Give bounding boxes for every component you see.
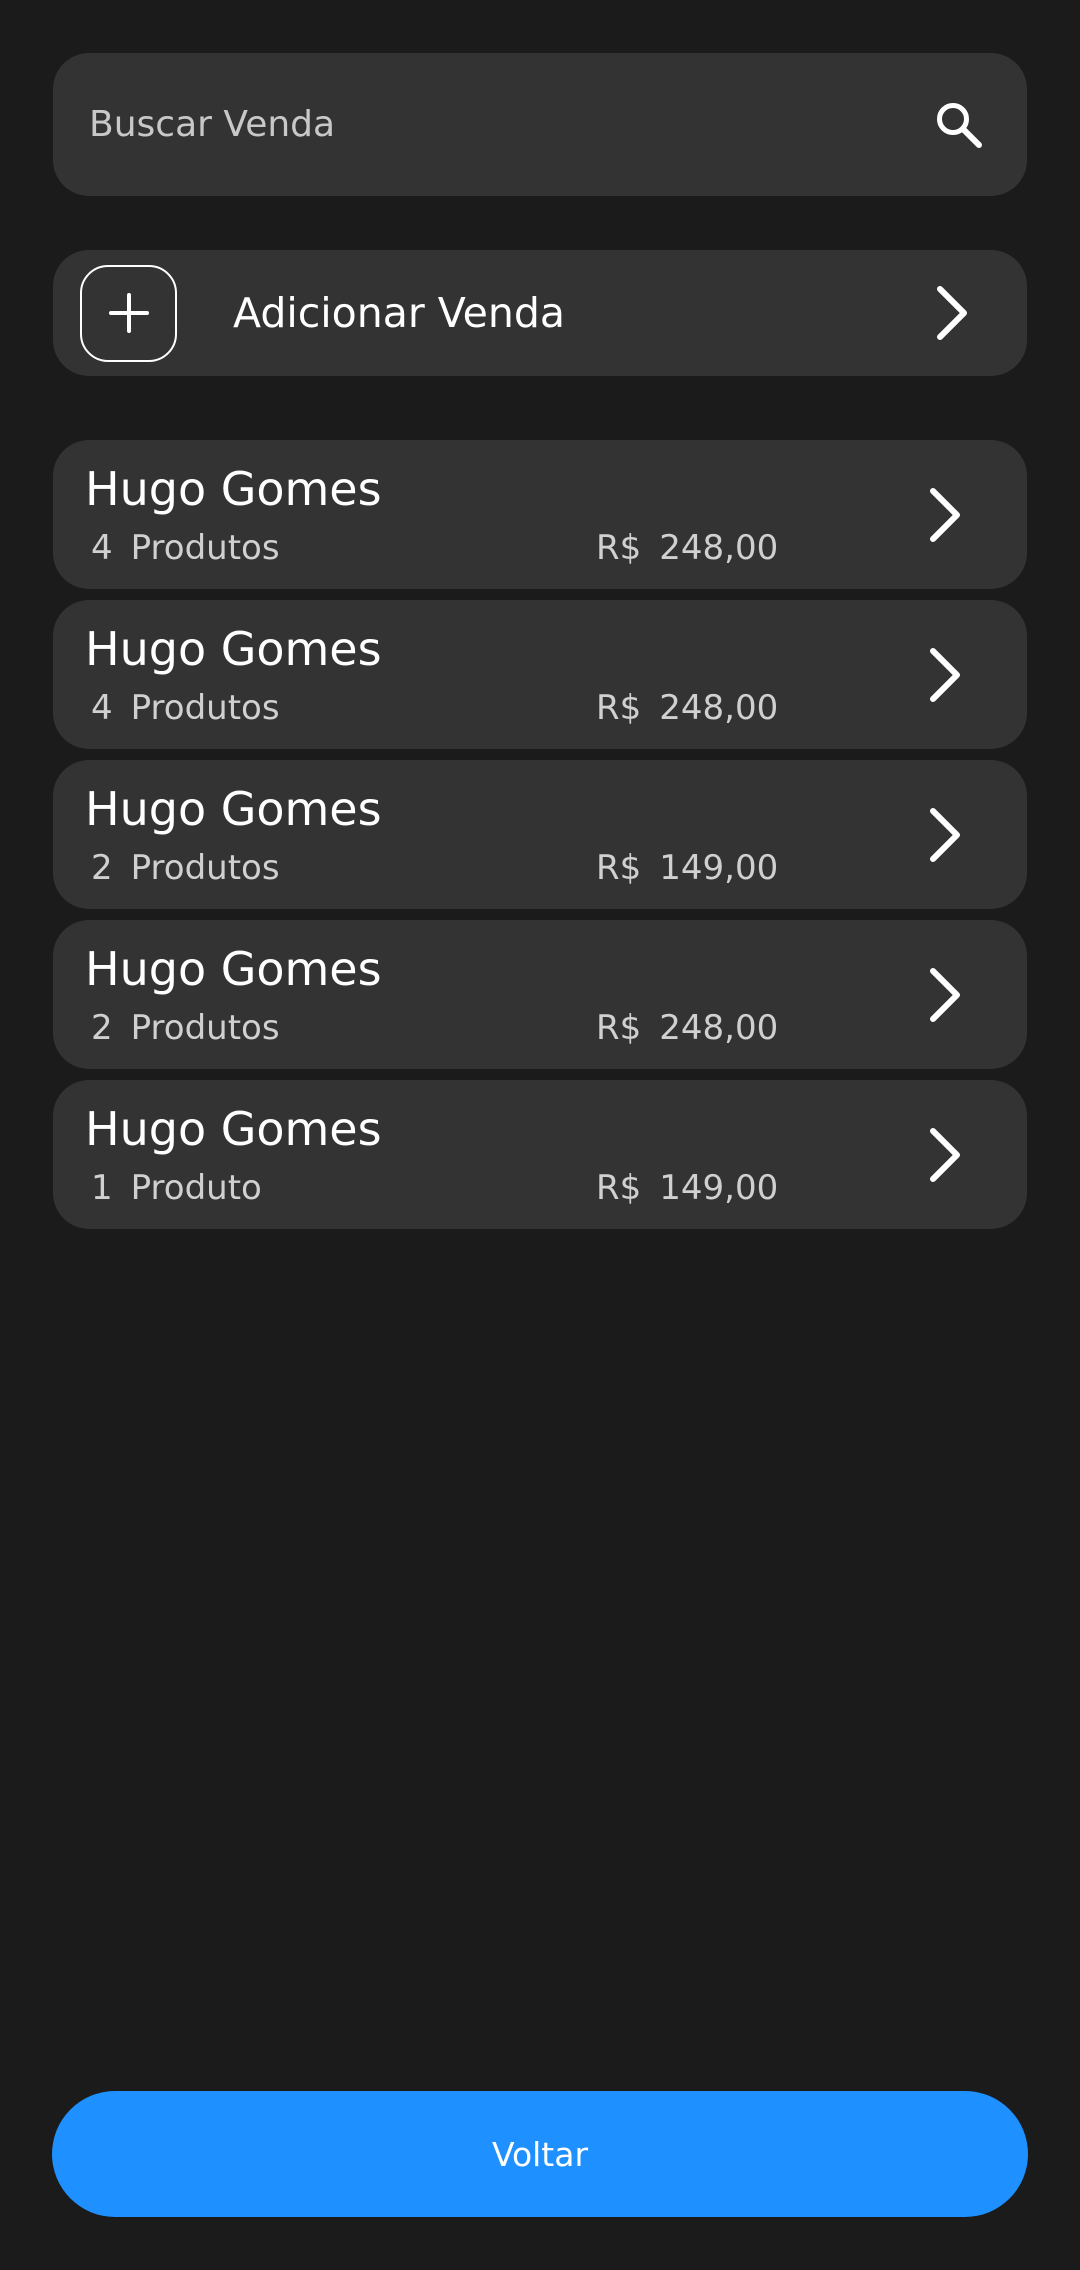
product-count: 4 Produtos <box>91 688 280 728</box>
sale-item[interactable]: Hugo Gomes 2 Produtos R$ 248,00 <box>53 920 1027 1069</box>
sale-amount: 248,00 <box>659 1008 779 1048</box>
product-count: 2 Produtos <box>91 848 280 888</box>
currency-symbol: R$ <box>596 688 642 728</box>
sale-total: R$ 149,00 <box>596 1168 778 1208</box>
product-count: 4 Produtos <box>91 528 280 568</box>
product-count-number: 1 <box>91 1168 113 1208</box>
sale-total: R$ 248,00 <box>596 688 778 728</box>
sale-amount: 149,00 <box>659 848 779 888</box>
product-count-unit: Produto <box>130 1168 262 1208</box>
currency-symbol: R$ <box>596 1168 642 1208</box>
sale-item[interactable]: Hugo Gomes 2 Produtos R$ 149,00 <box>53 760 1027 909</box>
product-count-unit: Produtos <box>130 1008 280 1048</box>
chevron-right-icon <box>925 1127 965 1183</box>
sale-amount: 248,00 <box>659 528 779 568</box>
sale-item[interactable]: Hugo Gomes 1 Produto R$ 149,00 <box>53 1080 1027 1229</box>
add-sale-label: Adicionar Venda <box>233 289 565 337</box>
product-count: 2 Produtos <box>91 1008 280 1048</box>
chevron-right-icon <box>932 285 972 341</box>
currency-symbol: R$ <box>596 848 642 888</box>
chevron-right-icon <box>925 487 965 543</box>
sale-total: R$ 248,00 <box>596 1008 778 1048</box>
product-count-number: 2 <box>91 848 113 888</box>
product-count-number: 4 <box>91 688 113 728</box>
add-sale-button[interactable]: Adicionar Venda <box>53 250 1027 376</box>
currency-symbol: R$ <box>596 1008 642 1048</box>
search-input[interactable] <box>89 104 929 145</box>
sale-total: R$ 149,00 <box>596 848 778 888</box>
product-count-unit: Produtos <box>130 688 280 728</box>
search-bar[interactable] <box>53 53 1027 196</box>
sale-item[interactable]: Hugo Gomes 4 Produtos R$ 248,00 <box>53 440 1027 589</box>
product-count-number: 4 <box>91 528 113 568</box>
sale-item[interactable]: Hugo Gomes 4 Produtos R$ 248,00 <box>53 600 1027 749</box>
sale-amount: 248,00 <box>659 688 779 728</box>
plus-icon <box>80 264 177 362</box>
chevron-right-icon <box>925 967 965 1023</box>
search-icon[interactable] <box>929 95 989 155</box>
product-count-number: 2 <box>91 1008 113 1048</box>
back-button[interactable]: Voltar <box>52 2091 1028 2217</box>
sale-total: R$ 248,00 <box>596 528 778 568</box>
customer-name: Hugo Gomes <box>85 1102 382 1156</box>
chevron-right-icon <box>925 647 965 703</box>
chevron-right-icon <box>925 807 965 863</box>
sale-amount: 149,00 <box>659 1168 779 1208</box>
product-count: 1 Produto <box>91 1168 262 1208</box>
customer-name: Hugo Gomes <box>85 782 382 836</box>
product-count-unit: Produtos <box>130 528 280 568</box>
customer-name: Hugo Gomes <box>85 622 382 676</box>
sales-list: Hugo Gomes 4 Produtos R$ 248,00 Hugo Gomes… <box>53 440 1027 1240</box>
product-count-unit: Produtos <box>130 848 280 888</box>
customer-name: Hugo Gomes <box>85 462 382 516</box>
sales-screen: Adicionar Venda Hugo Gomes 4 Produtos R$ 2… <box>0 0 1080 2270</box>
currency-symbol: R$ <box>596 528 642 568</box>
customer-name: Hugo Gomes <box>85 942 382 996</box>
